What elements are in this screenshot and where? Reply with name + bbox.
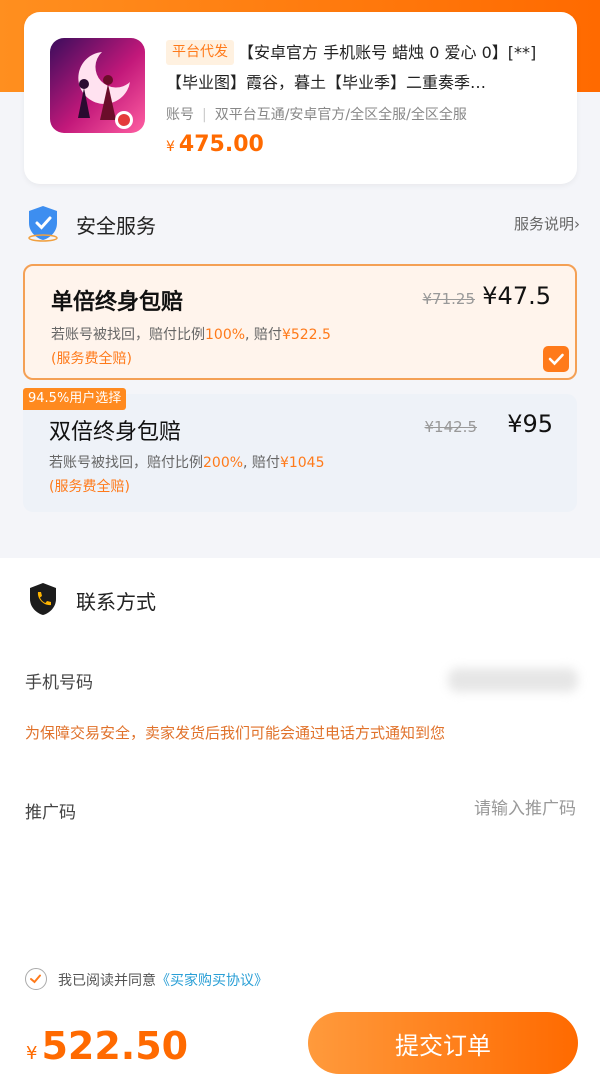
agreement-prefix: 我已阅读并同意 — [58, 973, 156, 989]
option-price: ¥95 — [507, 410, 553, 438]
submit-order-button[interactable]: 提交订单 — [308, 1012, 578, 1074]
compensation-ratio: 100% — [205, 327, 246, 343]
promo-code-input[interactable] — [374, 798, 578, 820]
security-header: 安全服务 服务说明› — [0, 196, 600, 252]
desc-prefix: 若账号被找回，赔付比例 — [49, 455, 203, 471]
desc-prefix: 若账号被找回，赔付比例 — [51, 327, 205, 343]
checkout-bar: 我已阅读并同意《买家购买协议》 ¥522.50 提交订单 — [0, 952, 600, 1075]
compensation-amount: ¥522.5 — [281, 327, 331, 343]
agreement-text: 我已阅读并同意《买家购买协议》 — [58, 970, 268, 990]
agreement-checkbox[interactable] — [25, 968, 47, 990]
security-title: 安全服务 — [76, 214, 156, 238]
product-card[interactable]: 【安卓官方 手机账号 蜡烛 0 爱心 0】[**]【毕业图】霞谷，暮土【毕业季】… — [24, 12, 577, 184]
phone-number-field[interactable] — [448, 668, 578, 692]
contact-section: 联系方式 手机号码 为保障交易安全，卖家发货后我们可能会通过电话方式通知到您 推… — [0, 558, 600, 952]
product-thumbnail — [50, 38, 145, 133]
desc-mid: , 赔付 — [245, 327, 282, 343]
option-price: ¥47.5 — [482, 282, 551, 310]
product-detail: 双平台互通/安卓官方/全区全服/全区全服 — [214, 107, 467, 123]
service-info-link[interactable]: 服务说明› — [514, 213, 580, 234]
platform-tag: 平台代发 — [166, 40, 234, 65]
option-description: 若账号被找回，赔付比例100%, 赔付¥522.5 — [51, 324, 331, 344]
product-type: 账号 — [166, 107, 194, 123]
product-meta: 账号 | 双平台互通/安卓官方/全区全服/全区全服 — [166, 107, 467, 123]
total-price: ¥522.50 — [26, 1024, 188, 1068]
contact-title: 联系方式 — [76, 590, 156, 614]
selected-check-icon — [543, 346, 569, 372]
compensation-amount: ¥1045 — [279, 455, 325, 471]
fee-note: (服务费全赔) — [49, 479, 130, 495]
price-value: 475.00 — [178, 132, 264, 157]
total-value: 522.50 — [41, 1024, 189, 1068]
popular-badge: 94.5%用户选择 — [23, 388, 127, 410]
shield-icon — [28, 206, 58, 242]
original-price: ¥142.5 — [424, 418, 478, 436]
desc-mid: , 赔付 — [243, 455, 280, 471]
currency-symbol: ¥ — [26, 1043, 38, 1064]
phone-icon — [30, 583, 56, 615]
buyer-agreement-link[interactable]: 《买家购买协议》 — [156, 973, 268, 989]
product-price: ¥475.00 — [166, 132, 264, 157]
phone-label: 手机号码 — [25, 673, 93, 693]
promo-label: 推广码 — [25, 803, 76, 823]
compensation-ratio: 200% — [203, 455, 244, 471]
security-notice: 为保障交易安全，卖家发货后我们可能会通过电话方式通知到您 — [25, 724, 446, 742]
option-single-compensation[interactable]: 单倍终身包赔 ¥71.25 ¥47.5 若账号被找回，赔付比例100%, 赔付¥… — [23, 264, 577, 380]
option-name: 双倍终身包赔 — [49, 420, 182, 445]
option-name: 单倍终身包赔 — [51, 290, 184, 315]
option-description: 若账号被找回，赔付比例200%, 赔付¥1045 — [49, 452, 324, 472]
option-double-compensation[interactable]: 双倍终身包赔 ¥142.5 ¥95 若账号被找回，赔付比例200%, 赔付¥10… — [23, 394, 577, 512]
currency-symbol: ¥ — [166, 139, 175, 155]
original-price: ¥71.25 — [422, 290, 476, 308]
fee-note: (服务费全赔) — [51, 351, 132, 367]
